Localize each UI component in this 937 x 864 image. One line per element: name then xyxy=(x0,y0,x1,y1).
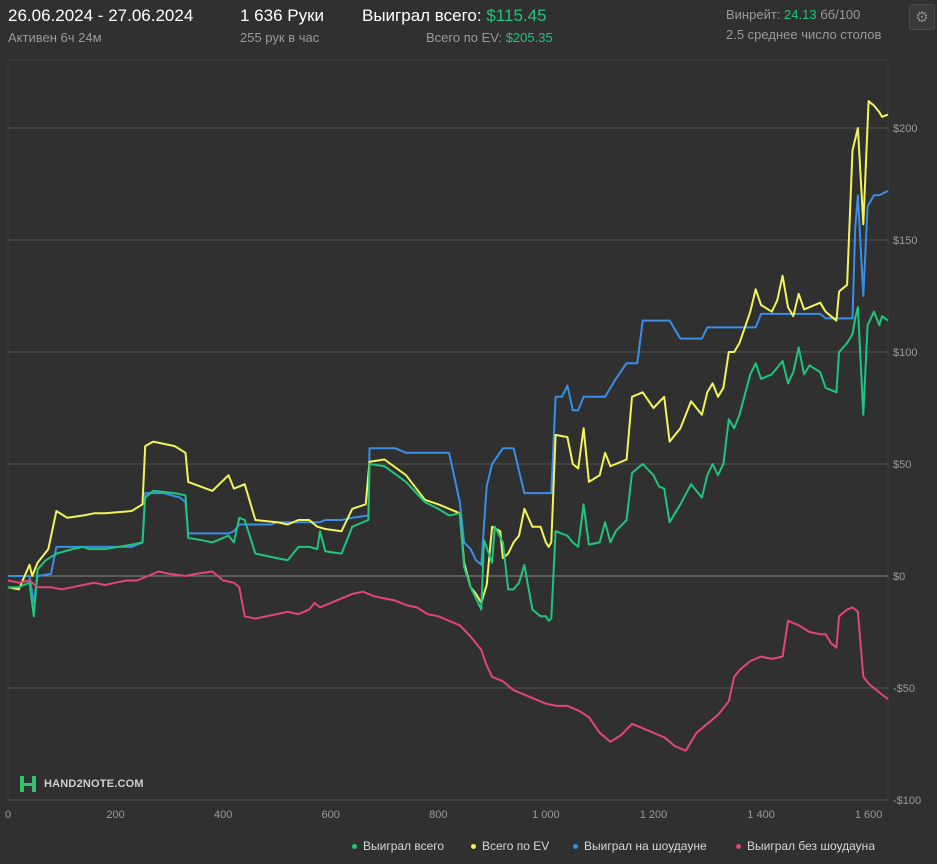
legend-item-ev[interactable]: Всего по EV xyxy=(471,839,549,853)
winrate-label: Винрейт: xyxy=(726,7,781,22)
y-tick-label: $150 xyxy=(893,235,917,247)
logo-text: HAND2NOTE.COM xyxy=(44,778,144,790)
gear-icon[interactable]: ⚙ xyxy=(909,4,935,30)
y-tick-label: $0 xyxy=(893,571,905,583)
hand2note-logo: HAND2NOTE.COM xyxy=(18,774,144,794)
chart-legend: Выиграл всего Всего по EV Выиграл на шоу… xyxy=(0,839,937,855)
y-tick-label: -$50 xyxy=(893,683,915,695)
x-tick-label: 800 xyxy=(429,809,447,821)
won-total: Выиграл всего: $115.45 xyxy=(362,6,547,26)
stats-header: 26.06.2024 - 27.06.2024 Активен 6ч 24м 1… xyxy=(0,0,937,50)
won-total-value: $115.45 xyxy=(486,6,547,25)
legend-label-ev: Всего по EV xyxy=(482,839,550,853)
hands-count: 1 636 Руки xyxy=(240,6,325,25)
y-tick-label: $100 xyxy=(893,347,917,359)
ev-total-value: $205.35 xyxy=(505,30,553,45)
series-line-2 xyxy=(8,189,889,604)
winrate: Винрейт: 24.13 бб/100 xyxy=(726,7,860,22)
series-line-3 xyxy=(7,570,889,752)
avg-tables: 2.5 среднее число столов xyxy=(726,27,882,42)
plot-frame xyxy=(7,59,889,801)
legend-item-non-showdown[interactable]: Выиграл без шоудауна xyxy=(736,839,875,853)
won-total-label: Выиграл всего: xyxy=(362,6,482,25)
x-tick-label: 200 xyxy=(106,809,124,821)
legend-label-showdown: Выиграл на шоудауне xyxy=(584,839,707,853)
ev-total: Всего по EV: $205.35 xyxy=(426,30,553,45)
winrate-unit: бб/100 xyxy=(820,7,861,22)
legend-dot-won xyxy=(352,843,357,849)
legend-dot-ev xyxy=(471,843,476,849)
x-tick-label: 1 000 xyxy=(532,809,560,821)
hands-per-hour: 255 рук в час xyxy=(240,30,320,45)
y-tick-label: -$100 xyxy=(893,795,921,807)
active-time: Активен 6ч 24м xyxy=(8,30,102,45)
winrate-value: 24.13 xyxy=(784,7,817,22)
legend-label-non-showdown: Выиграл без шоудауна xyxy=(747,839,875,853)
hand2note-logo-mark xyxy=(20,776,36,792)
legend-dot-non-showdown xyxy=(736,843,741,849)
y-tick-label: $50 xyxy=(893,459,911,471)
profit-chart: $200 $150 $100 $50 $0 -$50 -$100 0 200 400 600 800 1… xyxy=(5,59,921,821)
legend-item-showdown[interactable]: Выиграл на шоудауне xyxy=(573,839,707,853)
x-tick-label: 600 xyxy=(322,809,340,821)
date-range: 26.06.2024 - 27.06.2024 xyxy=(8,6,194,25)
legend-item-won[interactable]: Выиграл всего xyxy=(352,839,444,853)
legend-label-won: Выиграл всего xyxy=(363,839,445,853)
legend-dot-showdown xyxy=(573,843,578,849)
x-tick-label: 1 400 xyxy=(747,809,775,821)
x-tick-label: 1 200 xyxy=(640,809,668,821)
ev-total-label: Всего по EV: xyxy=(426,30,503,45)
x-tick-label: 400 xyxy=(214,809,232,821)
x-tick-label: 0 xyxy=(5,809,11,821)
y-tick-label: $200 xyxy=(893,123,917,135)
x-tick-label: 1 600 xyxy=(855,809,883,821)
